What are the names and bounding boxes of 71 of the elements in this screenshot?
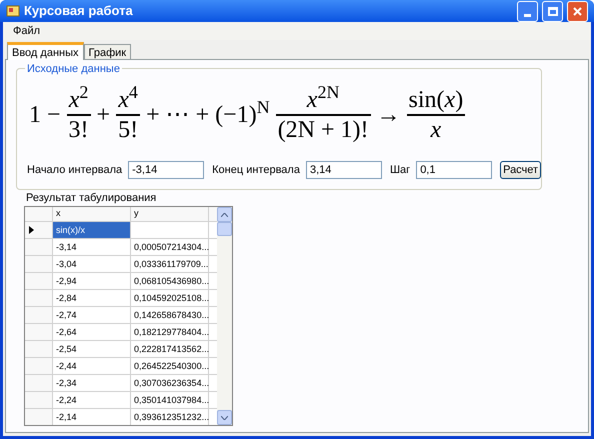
table-cell: 0,068105436980... <box>131 273 209 289</box>
table-cell: 0,350141037984... <box>131 392 209 408</box>
table-cell: -3,14 <box>53 239 131 255</box>
table-cell: 0,182129778404... <box>131 324 209 340</box>
fraction-denominator: 3! <box>68 116 90 144</box>
table-cell: -2,44 <box>53 358 131 374</box>
fraction-numerator: x$^{2N}$ <box>306 86 340 114</box>
row-header-cell[interactable] <box>25 307 53 323</box>
row-header-cell[interactable] <box>25 324 53 340</box>
table-cell: 0,222817413562... <box>131 341 209 357</box>
table-cell: 0,393612351232... <box>131 409 209 425</box>
fraction-denominator: x <box>429 116 442 144</box>
maximize-button[interactable] <box>542 0 563 22</box>
table-cell: 0,307036236354... <box>131 375 209 391</box>
table-cell: 0,142658678430... <box>131 307 209 323</box>
table-cell: -2,14 <box>53 409 131 425</box>
table-cell: -2,24 <box>53 392 131 408</box>
column-header[interactable]: y <box>131 207 209 221</box>
table-cell: -2,64 <box>53 324 131 340</box>
table-cell: 0,104592025108... <box>131 290 209 306</box>
field-label: Конец интервала <box>212 162 300 178</box>
fraction-denominator: 5! <box>117 116 140 144</box>
row-header-cell[interactable] <box>25 409 53 425</box>
tab[interactable]: График <box>84 44 132 59</box>
formula-text: 1 − <box>29 101 61 130</box>
row-header-cell[interactable] <box>25 290 53 306</box>
window-title: Курсовая работа <box>24 2 134 20</box>
close-icon <box>572 6 583 16</box>
app-icon <box>6 4 20 18</box>
row-header-cell[interactable] <box>25 239 53 255</box>
row-header-cell[interactable] <box>25 392 53 408</box>
group-title: Исходные данные <box>25 61 122 78</box>
table-cell: 0,264522540300... <box>131 358 209 374</box>
fraction-numerator: sin(x) <box>408 86 464 114</box>
section-title: Результат табулирования <box>26 192 158 205</box>
scroll-thumb[interactable] <box>217 222 232 236</box>
fraction-denominator: (2N + 1)! <box>276 116 370 144</box>
calculate-button[interactable]: Расчет <box>500 161 541 179</box>
row-header-cell[interactable] <box>25 358 53 374</box>
formula-text: + ⋯ + (−1)$^{N}$ <box>146 97 270 130</box>
table-cell: sin(x)/x <box>53 222 131 238</box>
close-button[interactable] <box>567 0 588 22</box>
table-cell: -2,94 <box>53 273 131 289</box>
minimize-button[interactable] <box>517 0 538 22</box>
scroll-up-icon[interactable] <box>217 207 232 222</box>
fraction-numerator: x$^{2}$ <box>68 86 90 114</box>
table-cell: -2,54 <box>53 341 131 357</box>
fraction-numerator: x$^{4}$ <box>117 86 139 114</box>
field-label: Шаг <box>390 162 410 178</box>
field-label: Начало интервала <box>27 162 122 178</box>
row-header-cell[interactable] <box>25 256 53 272</box>
table-cell: 0,033361179709... <box>131 256 209 272</box>
row-header-cell[interactable] <box>25 341 53 357</box>
input-field[interactable]: 3,14 <box>306 161 382 179</box>
table-cell: -2,34 <box>53 375 131 391</box>
menu-item[interactable]: Файл <box>7 22 46 40</box>
tab[interactable]: Ввод данных <box>7 42 84 60</box>
scroll-down-icon[interactable] <box>217 410 232 425</box>
input-field[interactable]: -3,14 <box>128 161 204 179</box>
table-cell: -3,04 <box>53 256 131 272</box>
input-field[interactable]: 0,1 <box>416 161 492 179</box>
table-cell: -2,84 <box>53 290 131 306</box>
table-cell: -2,74 <box>53 307 131 323</box>
table-cell: 0,000507214304... <box>131 239 209 255</box>
row-header-cell[interactable] <box>25 222 53 238</box>
formula-text: → <box>376 101 401 130</box>
row-pointer-icon <box>29 226 34 234</box>
row-header-cell[interactable] <box>25 375 53 391</box>
formula-text: + <box>96 101 110 130</box>
column-header[interactable]: x <box>53 207 131 221</box>
row-header-cell[interactable] <box>25 273 53 289</box>
